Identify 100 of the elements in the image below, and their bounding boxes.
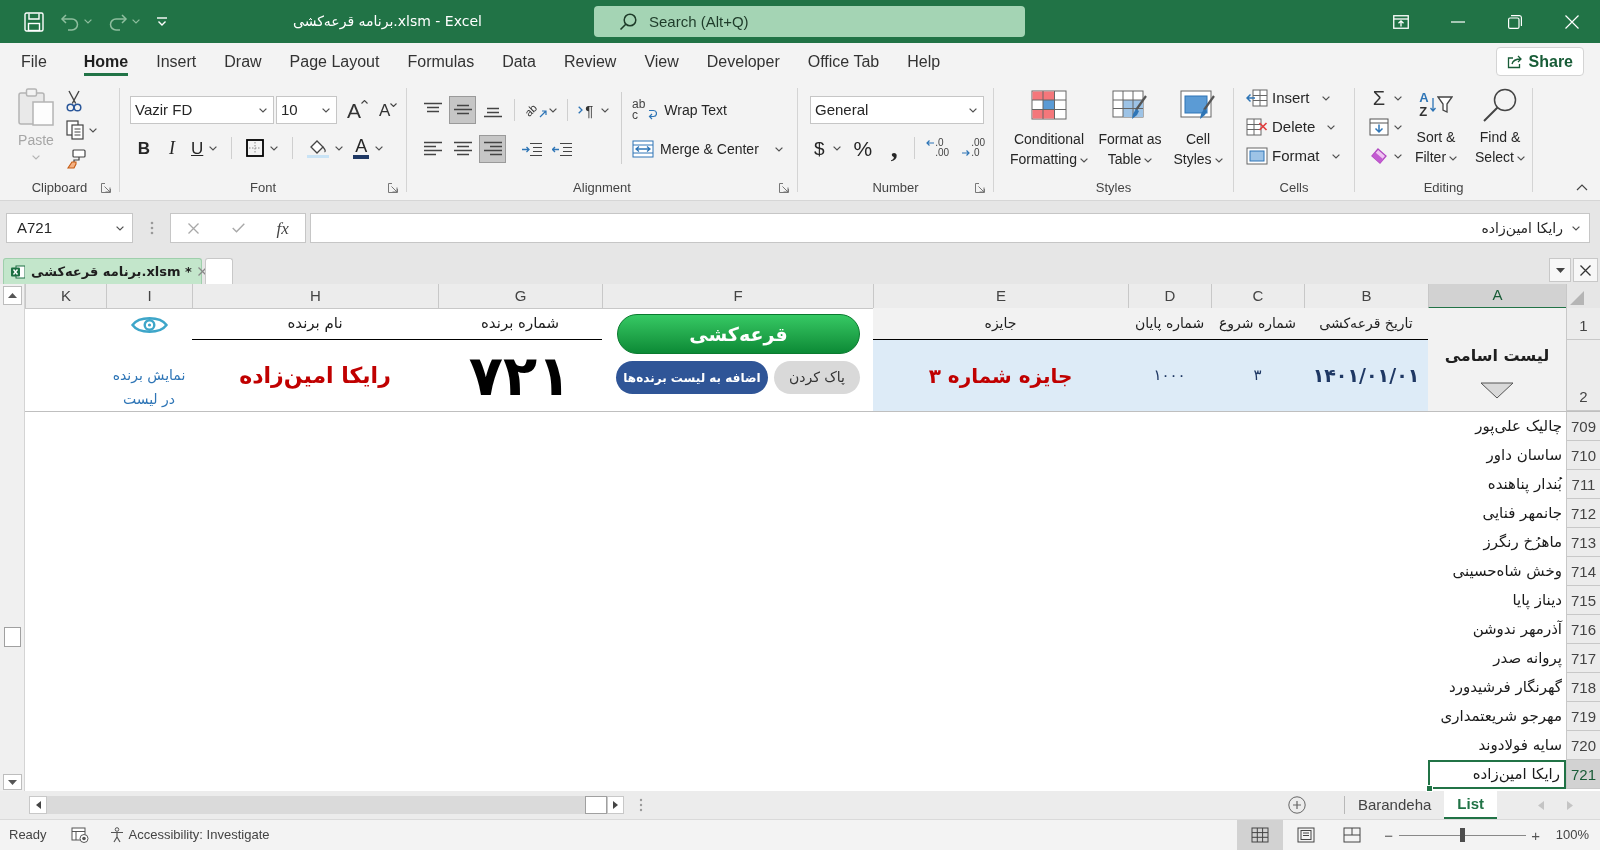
row-header[interactable]: 713 — [1566, 528, 1600, 557]
column-header[interactable]: D — [1128, 284, 1211, 309]
currency-button[interactable]: $ — [810, 135, 845, 161]
font-size-field[interactable]: 10 — [276, 96, 337, 124]
comma-style-button[interactable]: , — [881, 135, 908, 161]
copy-button[interactable] — [66, 117, 97, 143]
row-header[interactable]: 1 — [1566, 308, 1600, 340]
sheet-tab[interactable]: Barandeha — [1344, 791, 1445, 819]
row-header[interactable]: 721 — [1566, 760, 1600, 789]
font-color-button[interactable]: A — [348, 135, 389, 161]
align-right-button[interactable] — [479, 135, 506, 163]
scroll-left-button[interactable] — [29, 796, 47, 814]
scroll-right-button[interactable] — [607, 796, 624, 814]
dialog-launcher-button[interactable] — [388, 183, 398, 193]
conditional-formatting-button[interactable]: Conditional Formatting — [1007, 90, 1091, 169]
row-header[interactable]: 711 — [1566, 470, 1600, 499]
zoom-out-button[interactable]: − — [1382, 827, 1395, 843]
delete-cells-button[interactable]: Delete — [1246, 114, 1354, 140]
ribbon-tab[interactable]: Help — [893, 43, 955, 80]
macro-recording-button[interactable] — [70, 827, 89, 843]
dialog-launcher-button[interactable] — [975, 183, 985, 193]
sort-filter-button[interactable]: A Z Sort & Filter — [1408, 80, 1464, 176]
row-header[interactable]: 717 — [1566, 644, 1600, 673]
normal-view-button[interactable] — [1236, 820, 1283, 850]
column-header[interactable]: C — [1211, 284, 1304, 309]
decrease-font-size-button[interactable]: A — [377, 96, 400, 124]
find-select-button[interactable]: Find & Select — [1470, 80, 1530, 176]
text-direction-button[interactable]: ¶ — [576, 96, 612, 124]
zoom-in-button[interactable]: + — [1529, 827, 1542, 843]
zoom-slider[interactable] — [1398, 828, 1526, 842]
add-sheet-button[interactable] — [1287, 796, 1306, 814]
ribbon-tab[interactable]: Insert — [142, 43, 211, 80]
vertical-scrollbar[interactable] — [0, 284, 25, 791]
collapse-ribbon-button[interactable] — [1576, 184, 1588, 191]
middle-align-button[interactable] — [449, 96, 476, 124]
ribbon-tab[interactable]: View — [630, 43, 693, 80]
orientation-button[interactable]: ab — [523, 96, 560, 124]
decrease-decimal-button[interactable]: .00 .0 — [958, 135, 990, 161]
scroll-thumb[interactable] — [585, 796, 607, 814]
increase-font-size-button[interactable]: A — [345, 96, 370, 124]
clear-button[interactable]: پاک کردن — [774, 361, 860, 394]
ribbon-tab[interactable]: File — [7, 43, 61, 80]
underline-button[interactable]: U — [186, 135, 223, 161]
row-header[interactable]: 709 — [1566, 412, 1600, 441]
column-header[interactable]: F — [602, 284, 873, 309]
italic-button[interactable]: I — [158, 135, 186, 161]
ribbon-tab[interactable]: Page Layout — [275, 43, 394, 80]
font-name-field[interactable]: Vazir FD — [130, 96, 274, 124]
column-header[interactable]: I — [106, 284, 192, 309]
add-to-winners-button[interactable]: اضافه به لیست برنده‌ها — [616, 361, 768, 394]
ribbon-tab[interactable]: Developer — [692, 43, 794, 80]
ribbon-tab[interactable]: Review — [549, 43, 631, 80]
scroll-thumb[interactable] — [3, 627, 21, 647]
column-header[interactable]: K — [25, 284, 106, 309]
scroll-up-button[interactable] — [2, 286, 22, 305]
format-as-table-button[interactable]: Format as Table — [1094, 90, 1166, 169]
horizontal-scrollbar[interactable] — [47, 796, 607, 814]
formula-field[interactable]: رایکا امین‌زاده — [310, 213, 1590, 243]
column-header[interactable]: B — [1304, 284, 1428, 309]
percent-button[interactable]: % — [849, 135, 877, 161]
column-header[interactable]: A — [1428, 284, 1566, 309]
tab-list-button[interactable] — [1549, 258, 1571, 282]
increase-decimal-button[interactable]: .0 .00 — [922, 135, 954, 161]
share-button[interactable]: Share — [1495, 47, 1584, 76]
insert-cells-button[interactable]: Insert — [1246, 85, 1354, 111]
ribbon-tab[interactable]: Home — [69, 43, 143, 80]
ribbon-tab[interactable]: Office Tab — [793, 43, 894, 80]
row-header[interactable]: 714 — [1566, 557, 1600, 586]
column-header[interactable]: G — [438, 284, 602, 309]
document-tab[interactable]: برنامه قرعه‌کشی.xlsm * — [3, 258, 202, 284]
accessibility-button[interactable]: Accessibility: Investigate — [108, 825, 270, 845]
row-header[interactable]: 710 — [1566, 441, 1600, 470]
number-format-field[interactable]: General — [810, 96, 984, 124]
column-header[interactable]: H — [192, 284, 438, 309]
slider-thumb[interactable] — [1459, 828, 1465, 842]
merge-center-button[interactable]: Merge & Center — [632, 135, 783, 163]
row-header[interactable]: 718 — [1566, 673, 1600, 702]
ribbon-tab[interactable]: Draw — [210, 43, 276, 80]
wrap-text-button[interactable]: ab c Wrap Text — [632, 96, 783, 124]
name-box[interactable]: A721 — [6, 213, 133, 243]
close-document-button[interactable] — [1573, 258, 1598, 282]
dialog-launcher-button[interactable] — [101, 183, 111, 193]
row-header[interactable]: 712 — [1566, 499, 1600, 528]
fill-handle[interactable] — [1426, 785, 1433, 792]
row-header[interactable]: 720 — [1566, 731, 1600, 760]
dialog-launcher-button[interactable] — [779, 183, 789, 193]
ribbon-tab[interactable]: Formulas — [393, 43, 489, 80]
cell-styles-button[interactable]: Cell Styles — [1169, 90, 1227, 169]
sheet-tab[interactable]: List — [1444, 791, 1497, 819]
autosum-button[interactable]: Σ — [1369, 85, 1402, 111]
format-cells-button[interactable]: Format — [1246, 143, 1354, 169]
row-header[interactable]: 719 — [1566, 702, 1600, 731]
search-field[interactable]: Search (Alt+Q) — [594, 6, 1025, 37]
row-header[interactable]: 716 — [1566, 615, 1600, 644]
ribbon-tab[interactable]: Data — [488, 43, 550, 80]
bold-button[interactable]: B — [130, 135, 158, 161]
row-header[interactable]: 2 — [1566, 340, 1600, 411]
show-in-list-button[interactable]: نمایش برنده در لیست — [107, 363, 191, 411]
column-header[interactable]: E — [873, 284, 1128, 309]
insert-function-button[interactable]: fx — [260, 214, 305, 242]
